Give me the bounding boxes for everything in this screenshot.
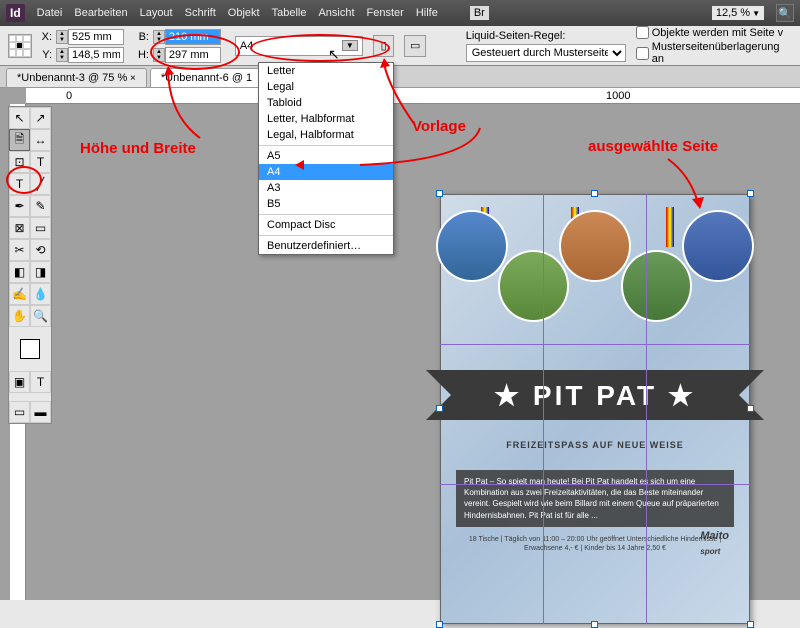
annotation-text: ausgewählte Seite [588, 138, 718, 155]
annotation-text: Vorlage [412, 118, 466, 135]
selection-tool[interactable]: ↖ [9, 107, 30, 129]
content-tool[interactable]: ⊡ [9, 151, 30, 173]
ruler-horizontal: 0 500 1000 [26, 88, 800, 104]
scissors-tool[interactable]: ✂ [9, 239, 30, 261]
gap-tool[interactable]: ↔ [30, 129, 51, 151]
menu-ansicht[interactable]: Ansicht [318, 7, 354, 19]
type-tool-2[interactable]: T [9, 173, 30, 195]
preset-item[interactable]: Letter [259, 63, 393, 79]
view-mode-preview[interactable]: ▬ [30, 401, 51, 423]
gradient-tool[interactable]: ◧ [9, 261, 30, 283]
x-label: X: [42, 31, 52, 43]
view-mode-normal[interactable]: ▭ [9, 401, 30, 423]
rect-tool[interactable]: ▭ [30, 217, 51, 239]
pen-tool[interactable]: ✒ [9, 195, 30, 217]
pencil-tool[interactable]: ✎ [30, 195, 51, 217]
tab-doc-1[interactable]: *Unbenannt-3 @ 75 % × [6, 68, 147, 87]
document-page[interactable]: ★ PIT PAT ★ FREIZEITSPASS AUF NEUE WEISE… [440, 194, 750, 624]
liquid-rule-select[interactable]: Gesteuert durch Musterseite [466, 44, 626, 62]
preset-item[interactable]: A3 [259, 180, 393, 196]
annotation-text: Höhe und Breite [80, 140, 196, 157]
liquid-rule-label: Liquid-Seiten-Regel: [466, 30, 626, 42]
transform-tool[interactable]: ⟲ [30, 239, 51, 261]
reference-point[interactable] [8, 34, 32, 58]
hand-tool[interactable]: ✋ [9, 305, 30, 327]
body-text-1: Pit Pat – So spielt man heute! Bei Pit P… [456, 470, 734, 527]
preset-item[interactable]: B5 [259, 196, 393, 212]
rect-frame-tool[interactable]: ⊠ [9, 217, 30, 239]
preset-item-custom[interactable]: Benutzerdefiniert… [259, 238, 393, 254]
menu-hilfe[interactable]: Hilfe [416, 7, 438, 19]
menu-tabelle[interactable]: Tabelle [272, 7, 307, 19]
direct-select-tool[interactable]: ↗ [30, 107, 51, 129]
menu-datei[interactable]: Datei [37, 7, 63, 19]
w-label: B: [138, 31, 149, 43]
title-banner: ★ PIT PAT ★ [451, 370, 739, 420]
subtitle: FREIZEITSPASS AUF NEUE WEISE [441, 440, 749, 450]
menubar: Id Datei Bearbeiten Layout Schrift Objek… [0, 0, 800, 26]
zoom-select[interactable]: 12,5 %▼ [712, 6, 764, 20]
eyedropper-tool[interactable]: 💧 [30, 283, 51, 305]
zoom-tool[interactable]: 🔍 [30, 305, 51, 327]
toolbox: ↖↗ 🗎↔ ⊡T T╱ ✒✎ ⊠▭ ✂⟲ ◧◨ ✍💧 ✋🔍 ▣T ▭▬ [8, 106, 52, 424]
page-tool[interactable]: 🗎 [9, 129, 30, 151]
menu-schrift[interactable]: Schrift [185, 7, 216, 19]
container-format[interactable]: ▣ [9, 371, 30, 393]
preset-item[interactable]: Legal, Halbformat [259, 127, 393, 143]
menu-objekt[interactable]: Objekt [228, 7, 260, 19]
preset-item[interactable]: Letter, Halbformat [259, 111, 393, 127]
width-input[interactable] [165, 29, 221, 45]
menu-fenster[interactable]: Fenster [367, 7, 404, 19]
orientation-portrait-icon[interactable]: ▯ [373, 35, 395, 57]
preset-item[interactable]: Compact Disc [259, 217, 393, 233]
text-format[interactable]: T [30, 371, 51, 393]
line-tool[interactable]: ╱ [30, 173, 51, 195]
h-label: H: [138, 49, 149, 61]
preset-item[interactable]: A5 [259, 148, 393, 164]
body-text-2: 18 Tische | Täglich von 11:00 – 20:00 Uh… [456, 535, 734, 553]
control-bar: X: ▲▼ Y: ▲▼ B: ▲▼ H: ▲▼ A4▼ ▯ ▭ Liquid-S… [0, 26, 800, 66]
search-icon[interactable]: 🔍 [776, 4, 794, 22]
bridge-button[interactable]: Br [470, 6, 489, 20]
app-logo: Id [6, 4, 25, 22]
note-tool[interactable]: ✍ [9, 283, 30, 305]
type-tool[interactable]: T [30, 151, 51, 173]
orientation-landscape-icon[interactable]: ▭ [404, 35, 426, 57]
menu-bearbeiten[interactable]: Bearbeiten [74, 7, 127, 19]
cursor-icon: ↖ [328, 46, 340, 63]
master-overlay-checkbox[interactable] [636, 47, 649, 60]
objects-with-page-checkbox[interactable] [636, 26, 649, 39]
canvas[interactable]: ★ PIT PAT ★ FREIZEITSPASS AUF NEUE WEISE… [40, 104, 800, 600]
x-input[interactable] [68, 29, 124, 45]
preset-dropdown: Letter Legal Tabloid Letter, Halbformat … [258, 62, 394, 255]
preset-item-selected[interactable]: A4 [259, 164, 393, 180]
document-tabs: *Unbenannt-3 @ 75 % × *Unbenannt-6 @ 1 [0, 66, 800, 88]
height-input[interactable] [165, 47, 221, 63]
menu-layout[interactable]: Layout [140, 7, 173, 19]
preset-item[interactable]: Legal [259, 79, 393, 95]
gradient-feather-tool[interactable]: ◨ [30, 261, 51, 283]
y-input[interactable] [68, 47, 124, 63]
workspace: 0 500 1000 ↖↗ 🗎↔ ⊡T T╱ ✒✎ ⊠▭ ✂⟲ ◧◨ ✍💧 ✋🔍… [0, 88, 800, 600]
page-preset-select[interactable]: A4▼ [235, 36, 363, 56]
photo-circles [441, 210, 749, 340]
y-label: Y: [42, 49, 52, 61]
preset-item[interactable]: Tabloid [259, 95, 393, 111]
fill-stroke-swatch[interactable] [9, 335, 51, 363]
tab-doc-2[interactable]: *Unbenannt-6 @ 1 [150, 68, 263, 87]
